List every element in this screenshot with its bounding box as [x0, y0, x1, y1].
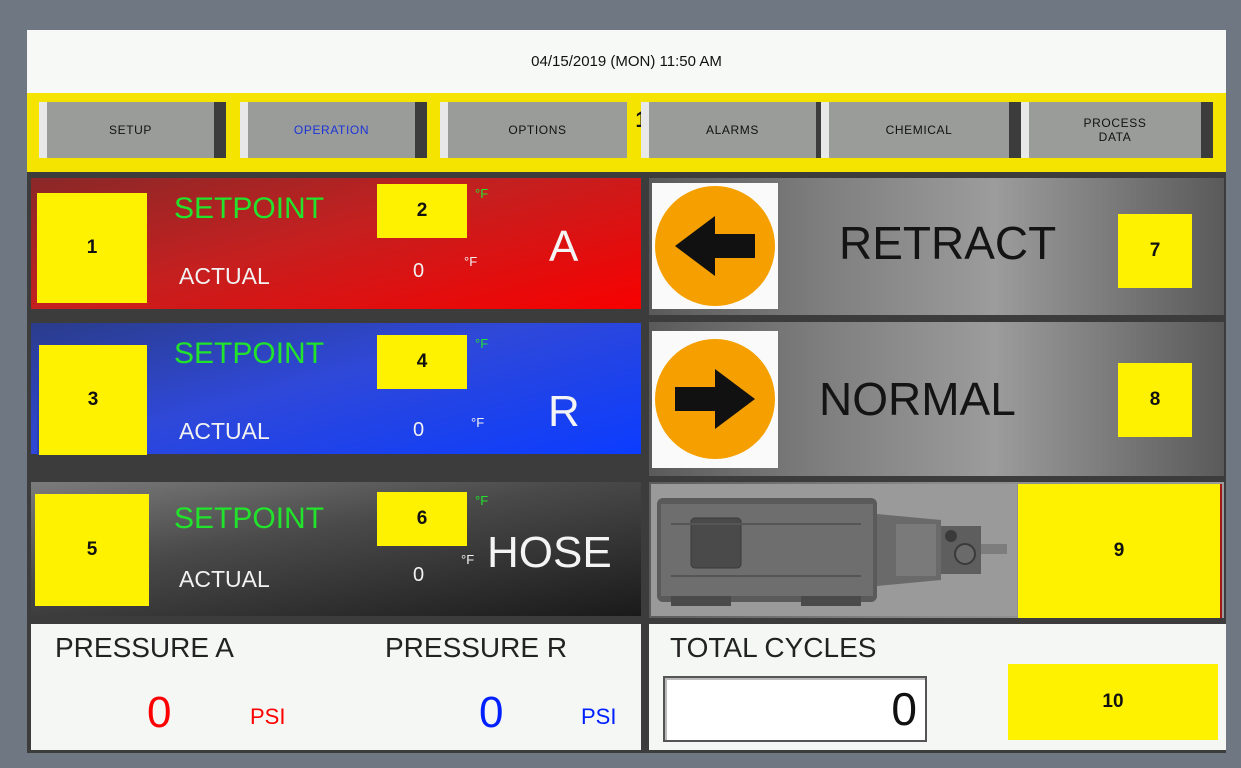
actual-label: ACTUAL — [179, 418, 270, 444]
datetime-bar: 04/15/2019 (MON) 11:50 AM — [27, 30, 1226, 93]
setpoint-input-hose[interactable]: 6 — [377, 492, 467, 546]
tab-label: ALARMS — [706, 123, 759, 137]
panel-hose-badge[interactable]: 5 — [35, 494, 149, 606]
panel-r-badge[interactable]: 3 — [37, 345, 147, 455]
pressure-r-unit: PSI — [581, 704, 617, 729]
tab-options[interactable]: OPTIONS — [440, 102, 627, 158]
retract-label: RETRACT — [839, 217, 1057, 269]
actual-label: ACTUAL — [179, 263, 270, 289]
motor-pump-icon — [651, 484, 1017, 616]
tab-chemical[interactable]: CHEMICAL — [821, 102, 1021, 158]
setpoint-label: SETPOINT — [174, 192, 325, 225]
panel-name: HOSE — [487, 528, 612, 577]
normal-label: NORMAL — [819, 373, 1016, 425]
setpoint-unit: °F — [475, 186, 489, 201]
setpoint-label: SETPOINT — [174, 337, 325, 370]
arrow-left-icon — [655, 186, 775, 306]
arrow-right-icon — [655, 339, 775, 459]
tab-setup[interactable]: SETUP — [39, 102, 226, 158]
panel-name: R — [548, 387, 580, 436]
actual-unit: °F — [471, 415, 485, 430]
tab-label: SETUP — [108, 123, 152, 137]
tab-label: OPERATION — [293, 123, 370, 137]
normal-badge[interactable]: 8 — [1118, 363, 1192, 437]
setpoint-unit: °F — [475, 493, 489, 508]
motor-control[interactable]: 9 — [649, 482, 1224, 618]
total-cycles-field[interactable]: 0 — [663, 676, 927, 742]
setpoint-unit: °F — [475, 336, 489, 351]
datetime-text: 04/15/2019 (MON) 11:50 AM — [531, 53, 722, 70]
tab-label: PROCESS DATA — [1083, 116, 1147, 144]
tab-alarms[interactable]: ALARMS — [641, 102, 828, 158]
tab-label: OPTIONS — [508, 123, 567, 137]
motor-badge[interactable]: 9 — [1018, 484, 1222, 618]
normal-control[interactable]: NORMAL 8 — [649, 322, 1224, 476]
panel-a: 1 SETPOINT 2 °F ACTUAL 0 °F A — [31, 178, 641, 309]
pressure-panel: PRESSURE A PRESSURE R 0 PSI 0 PSI — [31, 624, 641, 750]
tab-operation[interactable]: OPERATION — [240, 102, 427, 158]
setpoint-label: SETPOINT — [174, 502, 325, 535]
panel-a-badge[interactable]: 1 — [37, 193, 147, 303]
panel-name: A — [549, 222, 579, 271]
tab-process-data[interactable]: PROCESS DATA — [1021, 102, 1213, 158]
actual-unit: °F — [461, 552, 475, 567]
pressure-a-unit: PSI — [250, 704, 286, 729]
tab-label: CHEMICAL — [885, 123, 953, 137]
total-cycles-panel: TOTAL CYCLES 0 10 — [649, 624, 1226, 750]
pressure-a-label: PRESSURE A — [55, 632, 234, 663]
retract-icon-box — [652, 183, 778, 309]
panel-hose: 5 SETPOINT 6 °F ACTUAL 0 °F HOSE — [31, 482, 641, 616]
panel-r: 3 SETPOINT 4 °F ACTUAL 0 °F R — [31, 323, 641, 455]
actual-label: ACTUAL — [179, 566, 270, 592]
tab-bar: SETUP OPERATION OPTIONS 11 ALARMS CHEMIC… — [27, 93, 1226, 172]
actual-unit: °F — [464, 254, 478, 269]
total-cycles-value: 0 — [891, 683, 917, 735]
setpoint-input-a[interactable]: 2 — [377, 184, 467, 238]
actual-value: 0 — [413, 419, 425, 441]
pressure-r-value: 0 — [479, 688, 504, 737]
pressure-a-value: 0 — [147, 688, 172, 737]
actual-value: 0 — [413, 260, 425, 282]
pressure-r-label: PRESSURE R — [385, 632, 568, 663]
retract-control[interactable]: RETRACT 7 — [649, 178, 1224, 315]
total-cycles-badge[interactable]: 10 — [1008, 664, 1218, 740]
total-cycles-label: TOTAL CYCLES — [670, 632, 877, 663]
actual-value: 0 — [413, 564, 425, 586]
retract-badge[interactable]: 7 — [1118, 214, 1192, 288]
setpoint-input-r[interactable]: 4 — [377, 335, 467, 389]
normal-icon-box — [652, 331, 778, 468]
